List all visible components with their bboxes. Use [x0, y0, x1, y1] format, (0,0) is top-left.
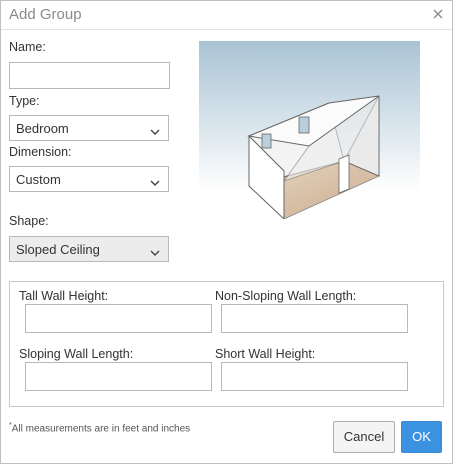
- type-select-value: Bedroom: [16, 121, 69, 136]
- sloped-ceiling-room-illustration: [199, 41, 420, 221]
- chevron-down-icon: [150, 124, 160, 135]
- note-text: All measurements are in feet and inches: [11, 423, 191, 435]
- sloping-wall-length-input[interactable]: [25, 362, 212, 391]
- non-sloping-wall-length-input[interactable]: [221, 304, 408, 333]
- type-select[interactable]: Bedroom: [9, 115, 169, 141]
- dimension-label: Dimension:: [9, 145, 72, 159]
- sloping-wall-length-label: Sloping Wall Length:: [19, 347, 134, 361]
- dimension-select-value: Custom: [16, 172, 61, 187]
- shape-label: Shape:: [9, 214, 49, 228]
- measurements-group: Tall Wall Height: Non-Sloping Wall Lengt…: [9, 281, 444, 407]
- cancel-button[interactable]: Cancel: [333, 421, 395, 453]
- close-icon[interactable]: [431, 7, 445, 21]
- shape-select-value: Sloped Ceiling: [16, 242, 100, 257]
- chevron-down-icon: [150, 245, 160, 256]
- name-input[interactable]: [9, 62, 170, 89]
- add-group-dialog: Add Group Name: Type: Bedroom Dimension:…: [0, 0, 453, 464]
- name-label: Name:: [9, 40, 46, 54]
- chevron-down-icon: [150, 175, 160, 186]
- dialog-titlebar: Add Group: [1, 1, 452, 30]
- shape-select[interactable]: Sloped Ceiling: [9, 236, 169, 262]
- non-sloping-wall-length-label: Non-Sloping Wall Length:: [215, 289, 357, 303]
- short-wall-height-input[interactable]: [221, 362, 408, 391]
- type-label: Type:: [9, 94, 40, 108]
- measurement-note: *All measurements are in feet and inches: [9, 422, 190, 434]
- tall-wall-height-input[interactable]: [25, 304, 212, 333]
- tall-wall-height-label: Tall Wall Height:: [19, 289, 109, 303]
- ok-button[interactable]: OK: [401, 421, 442, 453]
- short-wall-height-label: Short Wall Height:: [215, 347, 316, 361]
- dialog-title: Add Group: [9, 6, 82, 23]
- dimension-select[interactable]: Custom: [9, 166, 169, 192]
